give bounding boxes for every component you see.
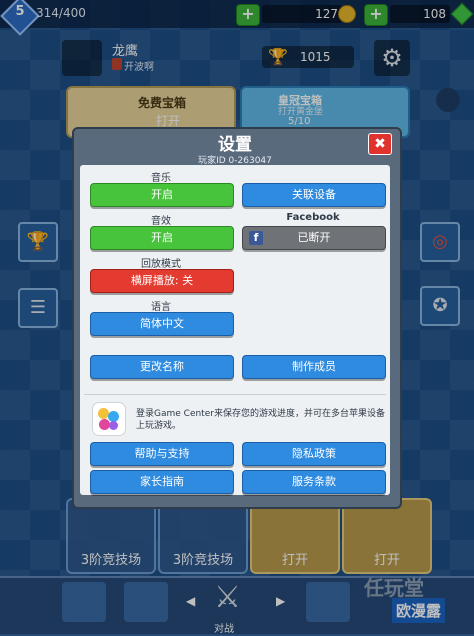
facebook-label: Facebook: [286, 212, 340, 223]
close-button[interactable]: ✖: [368, 133, 392, 155]
game-center-text: 登录Game Center来保存您的游戏进度，并可在多台苹果设备上玩游戏。: [136, 409, 385, 431]
language-label: 语言: [151, 302, 171, 313]
facebook-button[interactable]: f 已断开: [242, 226, 386, 250]
link-device-button[interactable]: 关联设备: [242, 183, 386, 207]
game-center-icon[interactable]: [92, 402, 126, 436]
sfx-toggle-button[interactable]: 开启: [90, 226, 234, 250]
rename-button[interactable]: 更改名称: [90, 355, 234, 379]
credits-button[interactable]: 制作成员: [242, 355, 386, 379]
facebook-icon: f: [249, 231, 263, 245]
facebook-status: 已断开: [297, 231, 331, 244]
help-support-button[interactable]: 帮助与支持: [90, 442, 234, 466]
language-button[interactable]: 简体中文: [90, 312, 234, 336]
replay-mode-button[interactable]: 横屏播放: 关: [90, 269, 234, 293]
music-label: 音乐: [151, 173, 171, 184]
sfx-label: 音效: [151, 216, 171, 227]
divider: [84, 394, 386, 395]
dialog-title: 设置: [218, 135, 252, 155]
privacy-policy-button[interactable]: 隐私政策: [242, 442, 386, 466]
parents-guide-button[interactable]: 家长指南: [90, 470, 234, 494]
terms-of-service-button[interactable]: 服务条款: [242, 470, 386, 494]
replay-label: 回放模式: [141, 259, 181, 270]
music-toggle-button[interactable]: 开启: [90, 183, 234, 207]
